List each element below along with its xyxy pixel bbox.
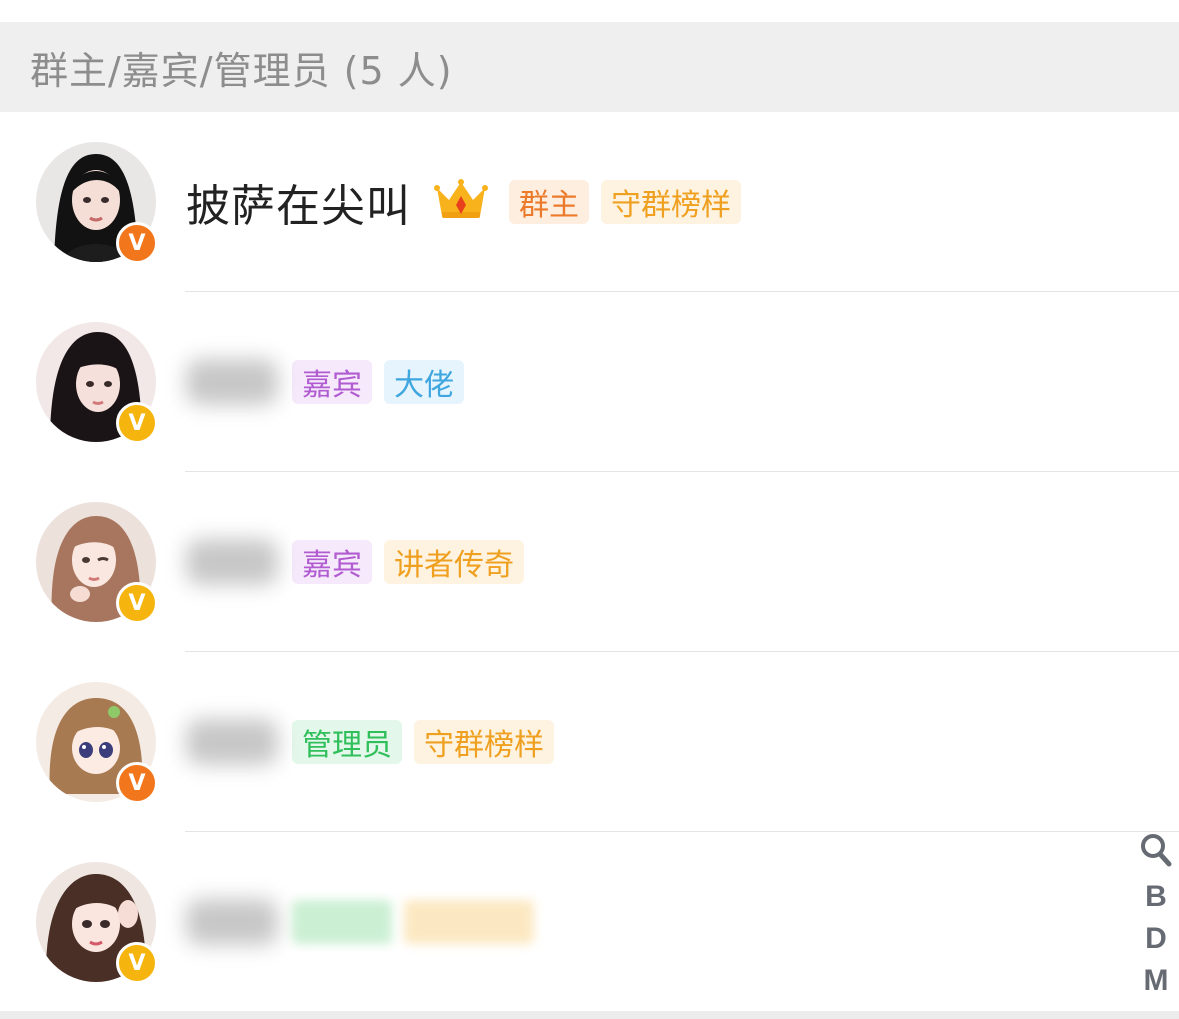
member-name-line [186,896,546,948]
tag-role-model: 守群榜样 [414,720,554,764]
member-list: V 披萨在尖叫 群主 守群榜样 V 嘉宾 大佬 V 嘉宾 讲者传奇 V 管理员 … [0,112,1179,1012]
section-title: 群主/嘉宾/管理员 (5 人) [30,48,453,93]
index-letter[interactable]: B [1145,876,1167,918]
verified-badge: V [116,762,158,804]
member-name-line: 嘉宾 讲者传奇 [186,536,536,588]
member-name-line: 披萨在尖叫 群主 守群榜样 [186,176,753,232]
tag-guest: 嘉宾 [292,360,372,404]
member-row[interactable]: V 管理员 守群榜样 [0,652,1179,832]
member-name-blurred [186,539,278,585]
index-letter[interactable]: D [1145,918,1167,960]
tag-role-model: 守群榜样 [601,180,741,224]
crown-icon [433,178,489,226]
tag-admin: 管理员 [292,720,402,764]
member-row[interactable]: V 嘉宾 讲者传奇 [0,472,1179,652]
member-name-line: 管理员 守群榜样 [186,716,566,768]
verified-badge: V [116,942,158,984]
tag-speaker-legend: 讲者传奇 [384,540,524,584]
tag-blurred [404,900,534,944]
member-name-line: 嘉宾 大佬 [186,356,476,408]
top-spacer [0,0,1179,22]
alphabet-index[interactable]: B D M [1139,832,1173,1002]
member-row[interactable]: V [0,832,1179,1012]
member-name: 披萨在尖叫 [186,181,411,232]
tag-owner: 群主 [509,180,589,224]
verified-badge: V [116,402,158,444]
member-name-blurred [186,719,278,765]
index-letter[interactable]: M [1144,960,1169,1002]
tag-blurred [292,900,392,944]
member-name-blurred [186,899,278,945]
bottom-bar [0,1011,1179,1019]
tag-expert: 大佬 [384,360,464,404]
verified-badge: V [116,582,158,624]
member-row[interactable]: V 披萨在尖叫 群主 守群榜样 [0,112,1179,292]
verified-badge: V [116,222,158,264]
section-header: 群主/嘉宾/管理员 (5 人) [0,22,1179,112]
search-icon[interactable] [1139,832,1173,876]
member-name-blurred [186,359,278,405]
member-row[interactable]: V 嘉宾 大佬 [0,292,1179,472]
tag-guest: 嘉宾 [292,540,372,584]
